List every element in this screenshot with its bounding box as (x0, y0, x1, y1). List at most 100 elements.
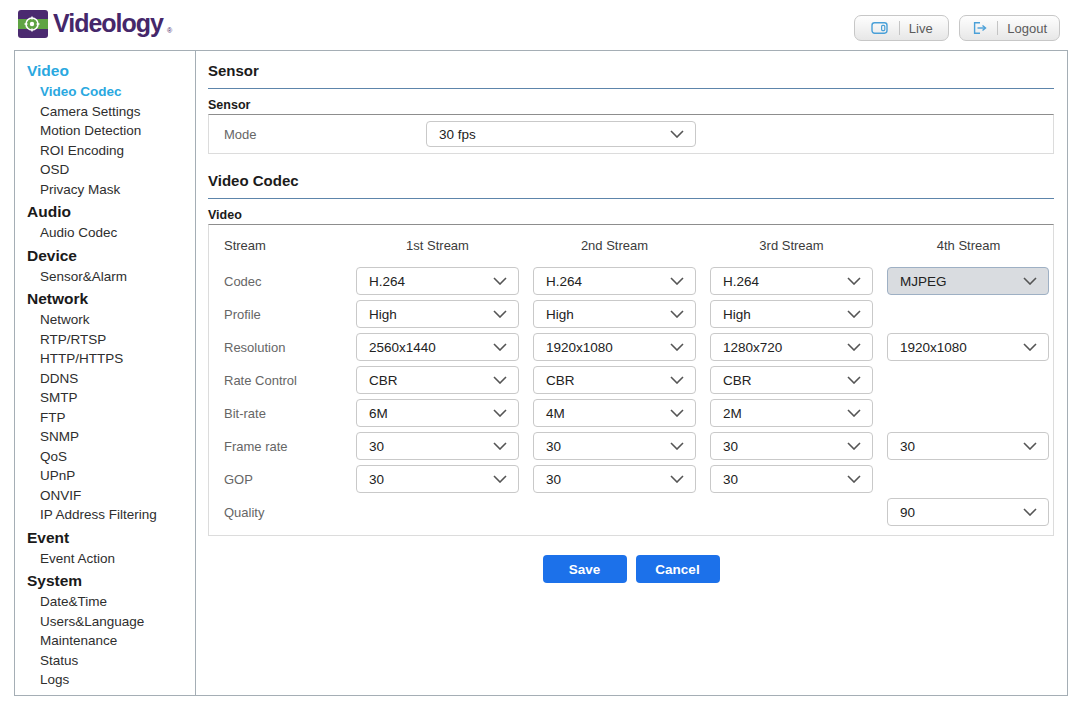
cell-codec-stream1: H.264 (356, 265, 533, 298)
chevron-down-icon (847, 343, 861, 351)
sidebar-item-video-codec[interactable]: Video Codec (15, 82, 195, 102)
sidebar-item-onvif[interactable]: ONVIF (15, 486, 195, 506)
bit-rate-stream2-select[interactable]: 4M (533, 399, 696, 427)
cell-resolution-stream2: 1920x1080 (533, 331, 710, 364)
cell-quality-stream3 (710, 496, 887, 529)
select-value: High (723, 307, 751, 322)
sidebar-item-motion-detection[interactable]: Motion Detection (15, 121, 195, 141)
codec-stream1-select[interactable]: H.264 (356, 267, 519, 295)
cell-frame-rate-stream1: 30 (356, 430, 533, 463)
chevron-down-icon (670, 475, 684, 483)
sidebar-section-network[interactable]: Network (15, 288, 195, 310)
resolution-stream4-select[interactable]: 1920x1080 (887, 333, 1049, 361)
select-value: 30 (900, 439, 915, 454)
sidebar-item-privacy-mask[interactable]: Privacy Mask (15, 180, 195, 200)
button-separator (997, 21, 998, 35)
sidebar-item-date-time[interactable]: Date&Time (15, 592, 195, 612)
rate-control-stream2-select[interactable]: CBR (533, 366, 696, 394)
sidebar-item-roi-encoding[interactable]: ROI Encoding (15, 141, 195, 161)
cell-rate-control-stream2: CBR (533, 364, 710, 397)
chevron-down-icon (847, 475, 861, 483)
codec-stream3-select[interactable]: H.264 (710, 267, 873, 295)
chevron-down-icon (670, 442, 684, 450)
chevron-down-icon (670, 277, 684, 285)
sidebar-nav: VideoVideo CodecCamera SettingsMotion De… (15, 51, 196, 695)
frame-rate-stream3-select[interactable]: 30 (710, 432, 873, 460)
sidebar-item-smtp[interactable]: SMTP (15, 388, 195, 408)
codec-stream4-select[interactable]: MJPEG (887, 267, 1049, 295)
sidebar-section-system[interactable]: System (15, 570, 195, 592)
profile-stream2-select[interactable]: High (533, 300, 696, 328)
cell-bit-rate-stream4 (887, 397, 1053, 430)
cell-resolution-stream3: 1280x720 (710, 331, 887, 364)
select-value: CBR (369, 373, 398, 388)
chevron-down-icon (1023, 508, 1037, 516)
select-value: 1920x1080 (546, 340, 613, 355)
button-separator (899, 21, 900, 35)
sidebar-item-network[interactable]: Network (15, 310, 195, 330)
sidebar-item-osd[interactable]: OSD (15, 160, 195, 180)
profile-stream3-select[interactable]: High (710, 300, 873, 328)
frame-rate-stream2-select[interactable]: 30 (533, 432, 696, 460)
sidebar-item-event-action[interactable]: Event Action (15, 549, 195, 569)
row-label-profile: Profile (209, 298, 356, 331)
sidebar-item-upnp[interactable]: UPnP (15, 466, 195, 486)
sidebar-item-sensor-alarm[interactable]: Sensor&Alarm (15, 267, 195, 287)
frame-rate-stream4-select[interactable]: 30 (887, 432, 1049, 460)
cell-quality-stream2 (533, 496, 710, 529)
sidebar-section-video[interactable]: Video (15, 60, 195, 82)
bit-rate-stream1-select[interactable]: 6M (356, 399, 519, 427)
sidebar-item-audio-codec[interactable]: Audio Codec (15, 223, 195, 243)
frame-rate-stream1-select[interactable]: 30 (356, 432, 519, 460)
sidebar-item-users-language[interactable]: Users&Language (15, 612, 195, 632)
cell-bit-rate-stream2: 4M (533, 397, 710, 430)
bit-rate-stream3-select[interactable]: 2M (710, 399, 873, 427)
live-button[interactable]: Live (854, 15, 949, 41)
mode-select[interactable]: 30 fps (426, 121, 696, 147)
select-value: H.264 (369, 274, 405, 289)
quality-stream4-select[interactable]: 90 (887, 498, 1049, 526)
sidebar-item-snmp[interactable]: SNMP (15, 427, 195, 447)
chevron-down-icon (493, 442, 507, 450)
resolution-stream1-select[interactable]: 2560x1440 (356, 333, 519, 361)
codec-stream2-select[interactable]: H.264 (533, 267, 696, 295)
sidebar-item-ddns[interactable]: DDNS (15, 369, 195, 389)
save-button[interactable]: Save (543, 555, 627, 583)
select-value: 2560x1440 (369, 340, 436, 355)
row-label-gop: GOP (209, 463, 356, 496)
cell-resolution-stream4: 1920x1080 (887, 331, 1053, 364)
resolution-stream2-select[interactable]: 1920x1080 (533, 333, 696, 361)
gop-stream3-select[interactable]: 30 (710, 465, 873, 493)
select-value: 4M (546, 406, 565, 421)
content-frame: VideoVideo CodecCamera SettingsMotion De… (14, 50, 1068, 696)
gop-stream2-select[interactable]: 30 (533, 465, 696, 493)
resolution-stream3-select[interactable]: 1280x720 (710, 333, 873, 361)
sidebar-item-http-https[interactable]: HTTP/HTTPS (15, 349, 195, 369)
sidebar-item-ip-address-filtering[interactable]: IP Address Filtering (15, 505, 195, 525)
column-header-1st-stream: 1st Stream (356, 225, 519, 265)
sidebar-section-device[interactable]: Device (15, 245, 195, 267)
rate-control-stream1-select[interactable]: CBR (356, 366, 519, 394)
sensor-section-title: Sensor (208, 63, 1054, 79)
select-value: H.264 (546, 274, 582, 289)
sidebar-item-qos[interactable]: QoS (15, 447, 195, 467)
gop-stream1-select[interactable]: 30 (356, 465, 519, 493)
sidebar-item-ftp[interactable]: FTP (15, 408, 195, 428)
select-value: 30 (546, 439, 561, 454)
sidebar-item-maintenance[interactable]: Maintenance (15, 631, 195, 651)
profile-stream1-select[interactable]: High (356, 300, 519, 328)
sidebar-item-status[interactable]: Status (15, 651, 195, 671)
rate-control-stream3-select[interactable]: CBR (710, 366, 873, 394)
sidebar-section-event[interactable]: Event (15, 527, 195, 549)
chevron-down-icon (1023, 277, 1037, 285)
select-value: CBR (723, 373, 752, 388)
sidebar-item-rtp-rtsp[interactable]: RTP/RTSP (15, 330, 195, 350)
sidebar-section-audio[interactable]: Audio (15, 201, 195, 223)
chevron-down-icon (847, 277, 861, 285)
cancel-button[interactable]: Cancel (636, 555, 720, 583)
logout-button[interactable]: Logout (959, 15, 1060, 41)
chevron-down-icon (847, 376, 861, 384)
sidebar-item-camera-settings[interactable]: Camera Settings (15, 102, 195, 122)
select-value: 2M (723, 406, 742, 421)
sidebar-item-logs[interactable]: Logs (15, 670, 195, 690)
